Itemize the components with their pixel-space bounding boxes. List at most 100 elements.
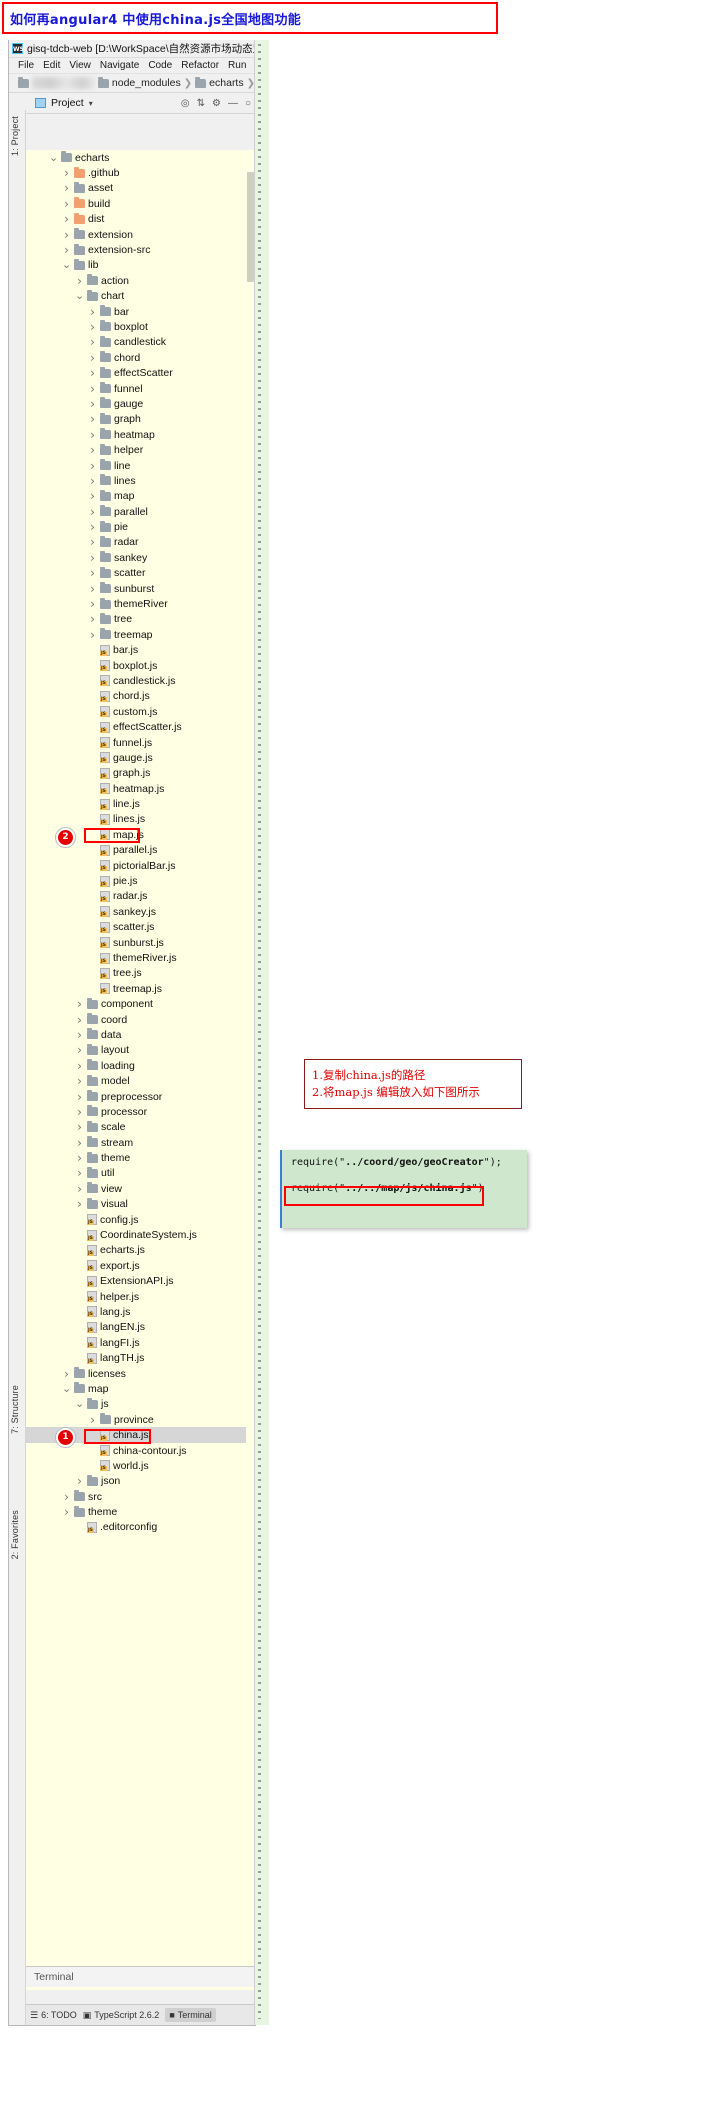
status-todo[interactable]: ☰ 6: TODO: [30, 2010, 77, 2021]
chevron-right-icon[interactable]: ›: [88, 474, 97, 488]
tree-row-tree-js[interactable]: tree.js: [26, 966, 255, 981]
menu-item-code[interactable]: Code: [148, 60, 172, 71]
chevron-down-icon[interactable]: ⌄: [49, 152, 58, 163]
tree-row-sankey[interactable]: › sankey: [26, 550, 255, 565]
tree-row-lines-js[interactable]: lines.js: [26, 812, 255, 827]
chevron-right-icon[interactable]: ›: [88, 489, 97, 503]
breadcrumb-node-modules[interactable]: node_modules: [112, 77, 181, 89]
tree-row-coord[interactable]: › coord: [26, 1012, 255, 1027]
tree-row-candlestick-js[interactable]: candlestick.js: [26, 673, 255, 688]
tree-row-asset[interactable]: › asset: [26, 181, 255, 196]
tree-row-pictorialbar-js[interactable]: pictorialBar.js: [26, 858, 255, 873]
tree-row-sunburst[interactable]: › sunburst: [26, 581, 255, 596]
tree-row-pie[interactable]: › pie: [26, 519, 255, 534]
chevron-right-icon[interactable]: ›: [75, 1120, 84, 1134]
tree-row-config-js[interactable]: config.js: [26, 1212, 255, 1227]
chevron-right-icon[interactable]: ›: [62, 166, 71, 180]
close-icon[interactable]: ○: [245, 98, 251, 109]
chevron-right-icon[interactable]: ›: [88, 628, 97, 642]
tree-row-effectscatter[interactable]: › effectScatter: [26, 365, 255, 380]
chevron-right-icon[interactable]: ›: [75, 997, 84, 1011]
tree-row-helper-js[interactable]: helper.js: [26, 1289, 255, 1304]
chevron-down-icon[interactable]: ⌄: [62, 259, 71, 270]
tree-row-heatmap[interactable]: › heatmap: [26, 427, 255, 442]
chevron-right-icon[interactable]: ›: [88, 597, 97, 611]
chevron-right-icon[interactable]: ›: [88, 382, 97, 396]
chevron-down-icon[interactable]: ⌄: [75, 1398, 84, 1409]
tree-row-boxplot[interactable]: › boxplot: [26, 319, 255, 334]
chevron-down-icon[interactable]: ⌄: [75, 290, 84, 301]
chevron-right-icon[interactable]: ›: [88, 566, 97, 580]
tree-row-candlestick[interactable]: › candlestick: [26, 335, 255, 350]
chevron-right-icon[interactable]: ›: [62, 228, 71, 242]
chevron-right-icon[interactable]: ›: [88, 428, 97, 442]
breadcrumb-echarts[interactable]: echarts: [209, 77, 243, 89]
tree-row-langth-js[interactable]: langTH.js: [26, 1350, 255, 1365]
tree-row-funnel-js[interactable]: funnel.js: [26, 735, 255, 750]
tree-row-sankey-js[interactable]: sankey.js: [26, 904, 255, 919]
tree-row-lang-js[interactable]: lang.js: [26, 1304, 255, 1319]
tree-row-province[interactable]: › province: [26, 1412, 255, 1427]
tree-row-chord[interactable]: › chord: [26, 350, 255, 365]
menu-item-edit[interactable]: Edit: [43, 60, 60, 71]
tree-row-map[interactable]: › map: [26, 489, 255, 504]
tree-scrollbar-thumb[interactable]: [247, 172, 254, 282]
chevron-right-icon[interactable]: ›: [88, 535, 97, 549]
tree-row-funnel[interactable]: › funnel: [26, 381, 255, 396]
chevron-right-icon[interactable]: ›: [75, 1197, 84, 1211]
tree-row-graph-js[interactable]: graph.js: [26, 766, 255, 781]
chevron-right-icon[interactable]: ›: [62, 1490, 71, 1504]
tree-row-theme[interactable]: › theme: [26, 1150, 255, 1165]
tree-row-chart[interactable]: ⌄ chart: [26, 289, 255, 304]
tree-row-data[interactable]: › data: [26, 1027, 255, 1042]
crosshair-icon[interactable]: ◎: [181, 98, 190, 109]
tree-row-action[interactable]: › action: [26, 273, 255, 288]
tree-row-lines[interactable]: › lines: [26, 473, 255, 488]
chevron-right-icon[interactable]: ›: [75, 1182, 84, 1196]
chevron-right-icon[interactable]: ›: [88, 305, 97, 319]
chevron-right-icon[interactable]: ›: [88, 366, 97, 380]
menu-bar[interactable]: File Edit View Navigate Code Refactor Ru…: [9, 58, 255, 74]
tree-row-util[interactable]: › util: [26, 1166, 255, 1181]
tree-row-processor[interactable]: › processor: [26, 1104, 255, 1119]
tree-row-licenses[interactable]: › licenses: [26, 1366, 255, 1381]
chevron-right-icon[interactable]: ›: [88, 443, 97, 457]
tree-row-sunburst-js[interactable]: sunburst.js: [26, 935, 255, 950]
chevron-right-icon[interactable]: ›: [62, 1505, 71, 1519]
status-terminal[interactable]: ■ Terminal: [165, 2008, 216, 2022]
chevron-right-icon[interactable]: ›: [75, 1043, 84, 1057]
chevron-down-icon[interactable]: ⌄: [62, 1383, 71, 1394]
breadcrumb[interactable]: node_modules ❯ echarts ❯: [9, 74, 255, 93]
collapse-all-icon[interactable]: ⇅: [197, 98, 205, 109]
tree-row-themeriver-js[interactable]: themeRiver.js: [26, 950, 255, 965]
chevron-right-icon[interactable]: ›: [88, 1413, 97, 1427]
chevron-right-icon[interactable]: ›: [88, 582, 97, 596]
tree-row-extensionapi-js[interactable]: ExtensionAPI.js: [26, 1274, 255, 1289]
tree-row-coordinatesystem-js[interactable]: CoordinateSystem.js: [26, 1227, 255, 1242]
tree-row-src[interactable]: › src: [26, 1489, 255, 1504]
tree-row-visual[interactable]: › visual: [26, 1197, 255, 1212]
tree-row-extension-src[interactable]: › extension-src: [26, 242, 255, 257]
tree-row--editorconfig[interactable]: .editorconfig: [26, 1520, 255, 1535]
tree-row-bar[interactable]: › bar: [26, 304, 255, 319]
tree-row-langen-js[interactable]: langEN.js: [26, 1320, 255, 1335]
tree-row-export-js[interactable]: export.js: [26, 1258, 255, 1273]
chevron-right-icon[interactable]: ›: [75, 1166, 84, 1180]
chevron-down-icon[interactable]: ▾: [89, 99, 93, 108]
rail-item-project[interactable]: 1: Project: [10, 116, 20, 156]
tree-row-treemap[interactable]: › treemap: [26, 627, 255, 642]
tree-row-treemap-js[interactable]: treemap.js: [26, 981, 255, 996]
tree-row-tree[interactable]: › tree: [26, 612, 255, 627]
menu-item-run[interactable]: Run: [228, 60, 246, 71]
chevron-right-icon[interactable]: ›: [88, 335, 97, 349]
chevron-right-icon[interactable]: ›: [88, 505, 97, 519]
tree-row-helper[interactable]: › helper: [26, 442, 255, 457]
chevron-right-icon[interactable]: ›: [88, 320, 97, 334]
tree-row-component[interactable]: › component: [26, 996, 255, 1011]
tree-row-graph[interactable]: › graph: [26, 412, 255, 427]
tree-row-chord-js[interactable]: chord.js: [26, 689, 255, 704]
chevron-right-icon[interactable]: ›: [88, 520, 97, 534]
tree-row-parallel[interactable]: › parallel: [26, 504, 255, 519]
tree-row-stream[interactable]: › stream: [26, 1135, 255, 1150]
tree-row-line[interactable]: › line: [26, 458, 255, 473]
